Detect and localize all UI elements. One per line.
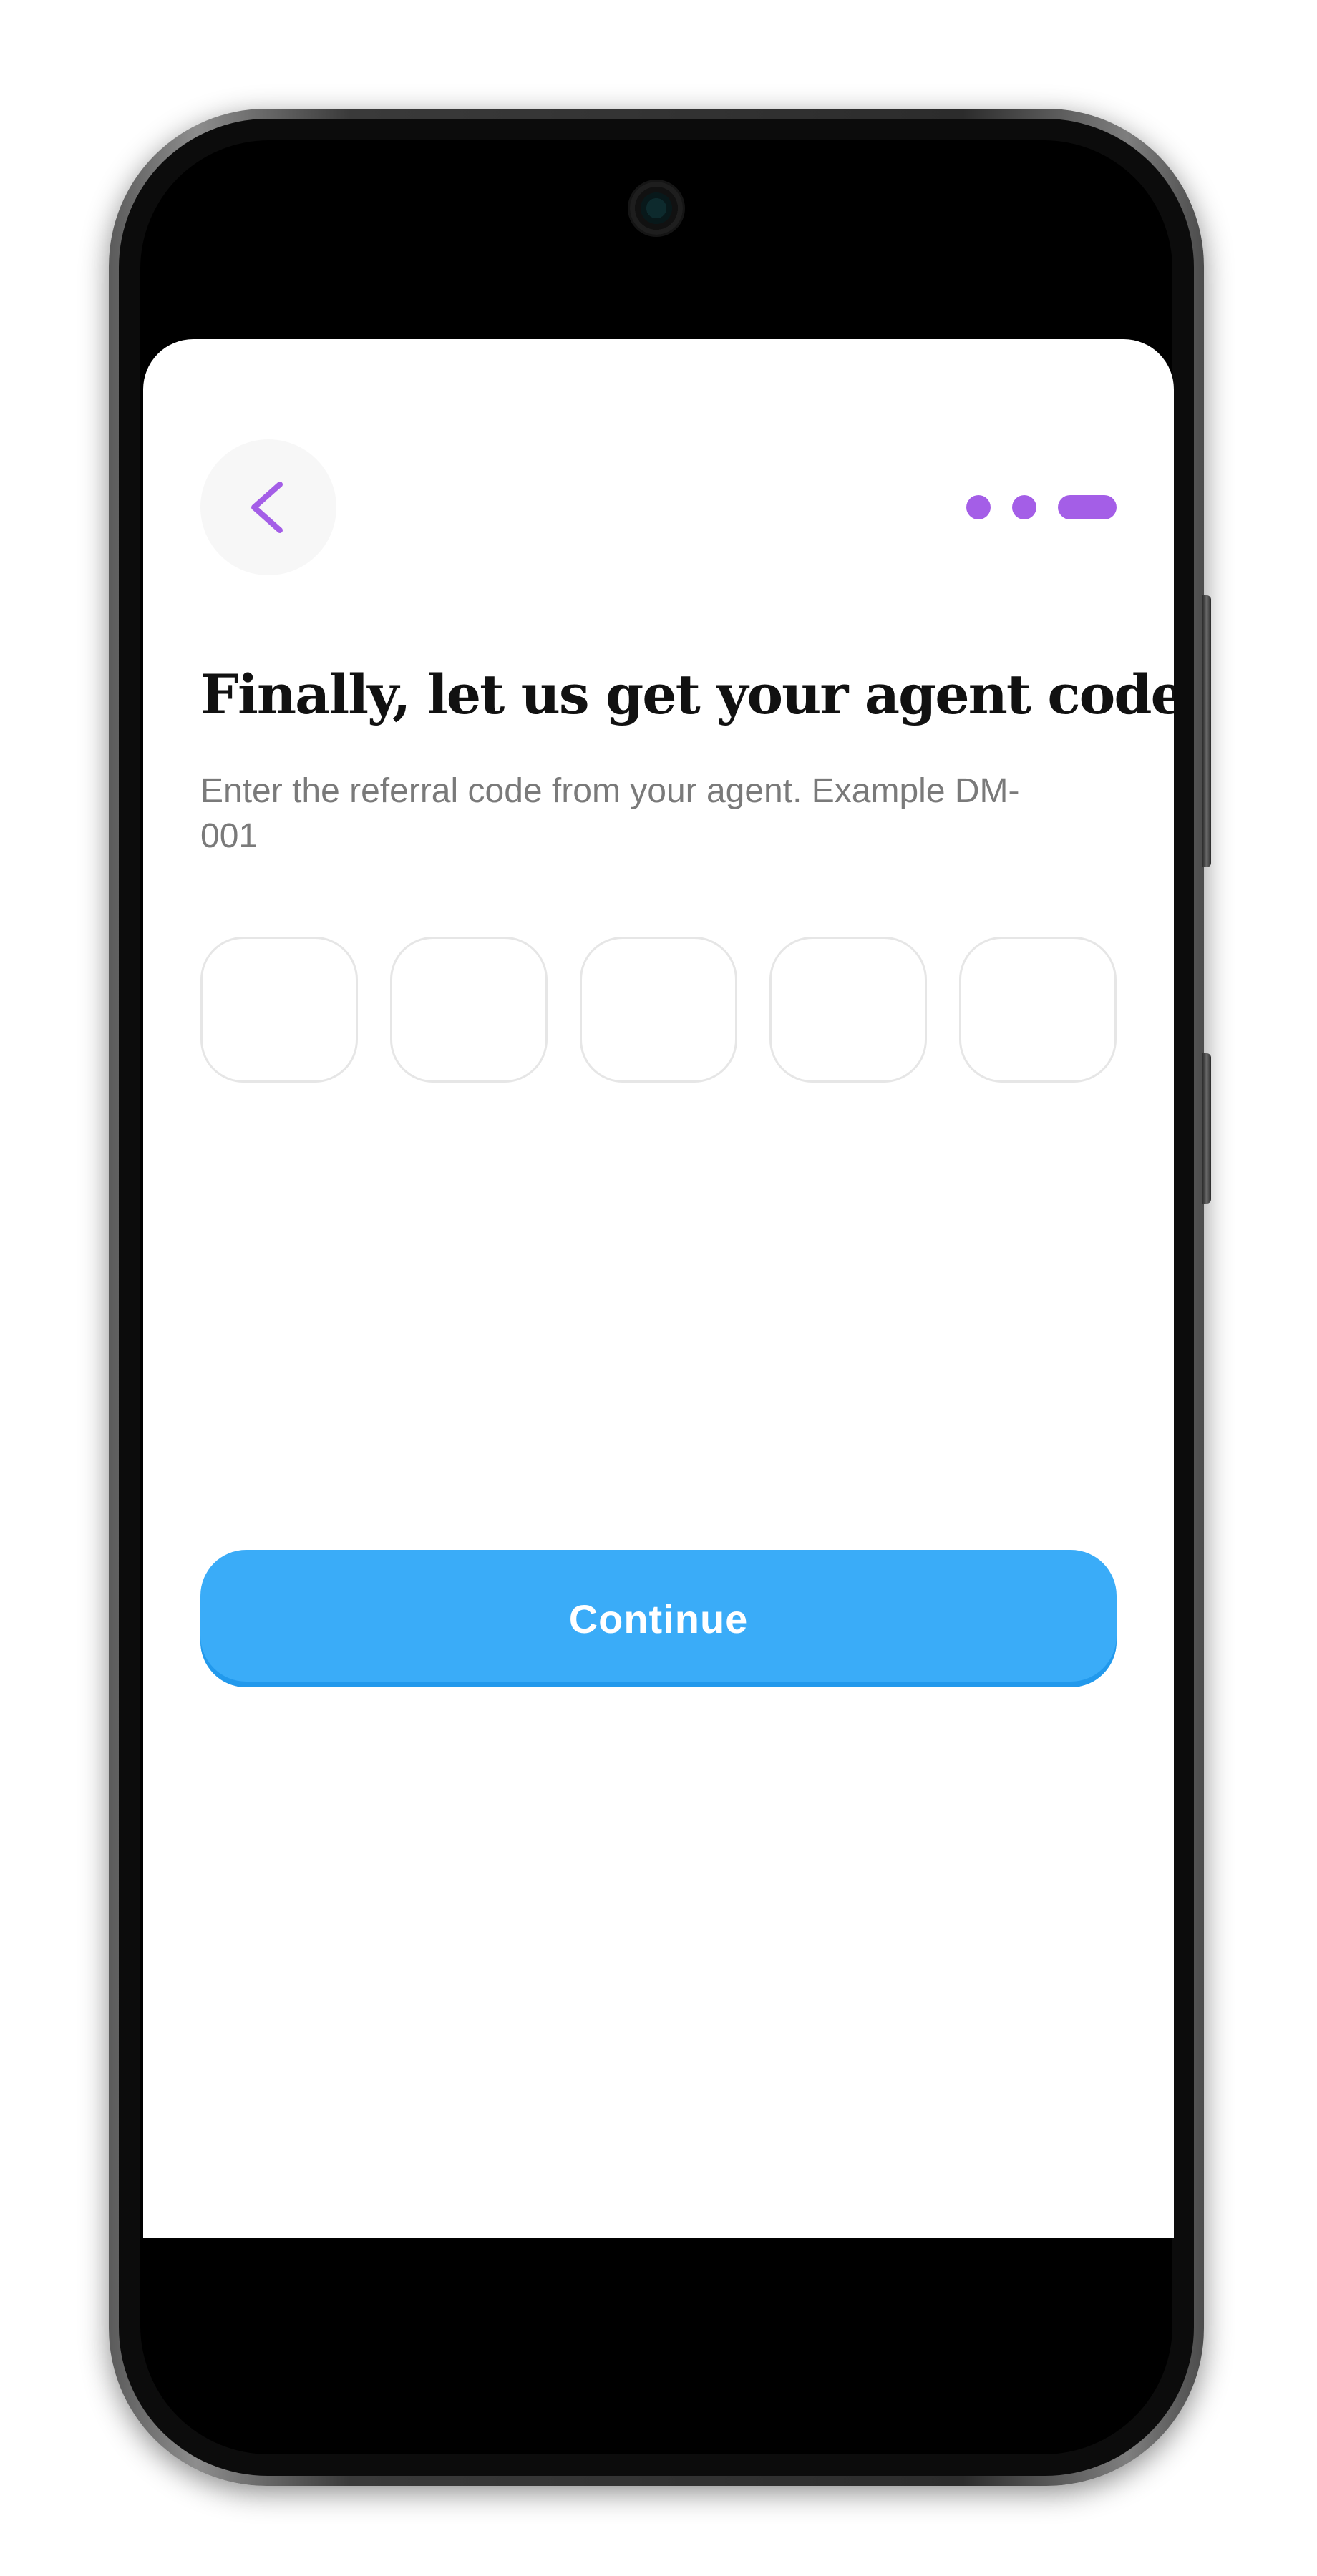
power-button — [1202, 1053, 1211, 1204]
back-button[interactable] — [200, 439, 336, 575]
front-camera — [630, 182, 683, 235]
code-input-2[interactable] — [390, 937, 548, 1083]
volume-button — [1202, 595, 1211, 867]
agent-code-input-group — [200, 937, 1117, 1087]
app-screen: Finally, let us get your agent code Ente… — [143, 339, 1174, 2238]
progress-step-2 — [1012, 495, 1036, 519]
code-input-3[interactable] — [580, 937, 737, 1083]
continue-button[interactable]: Continue — [200, 1550, 1117, 1687]
progress-step-3-active — [1058, 495, 1117, 519]
page-subtitle: Enter the referral code from your agent.… — [200, 772, 1020, 855]
code-input-1[interactable] — [200, 937, 358, 1083]
code-input-4[interactable] — [769, 937, 927, 1083]
page-title: Finally, let us get your agent code — [200, 663, 1174, 726]
progress-step-1 — [966, 495, 991, 519]
step-progress-indicator — [966, 495, 1117, 519]
chevron-left-icon — [251, 482, 283, 533]
code-input-5[interactable] — [959, 937, 1117, 1083]
